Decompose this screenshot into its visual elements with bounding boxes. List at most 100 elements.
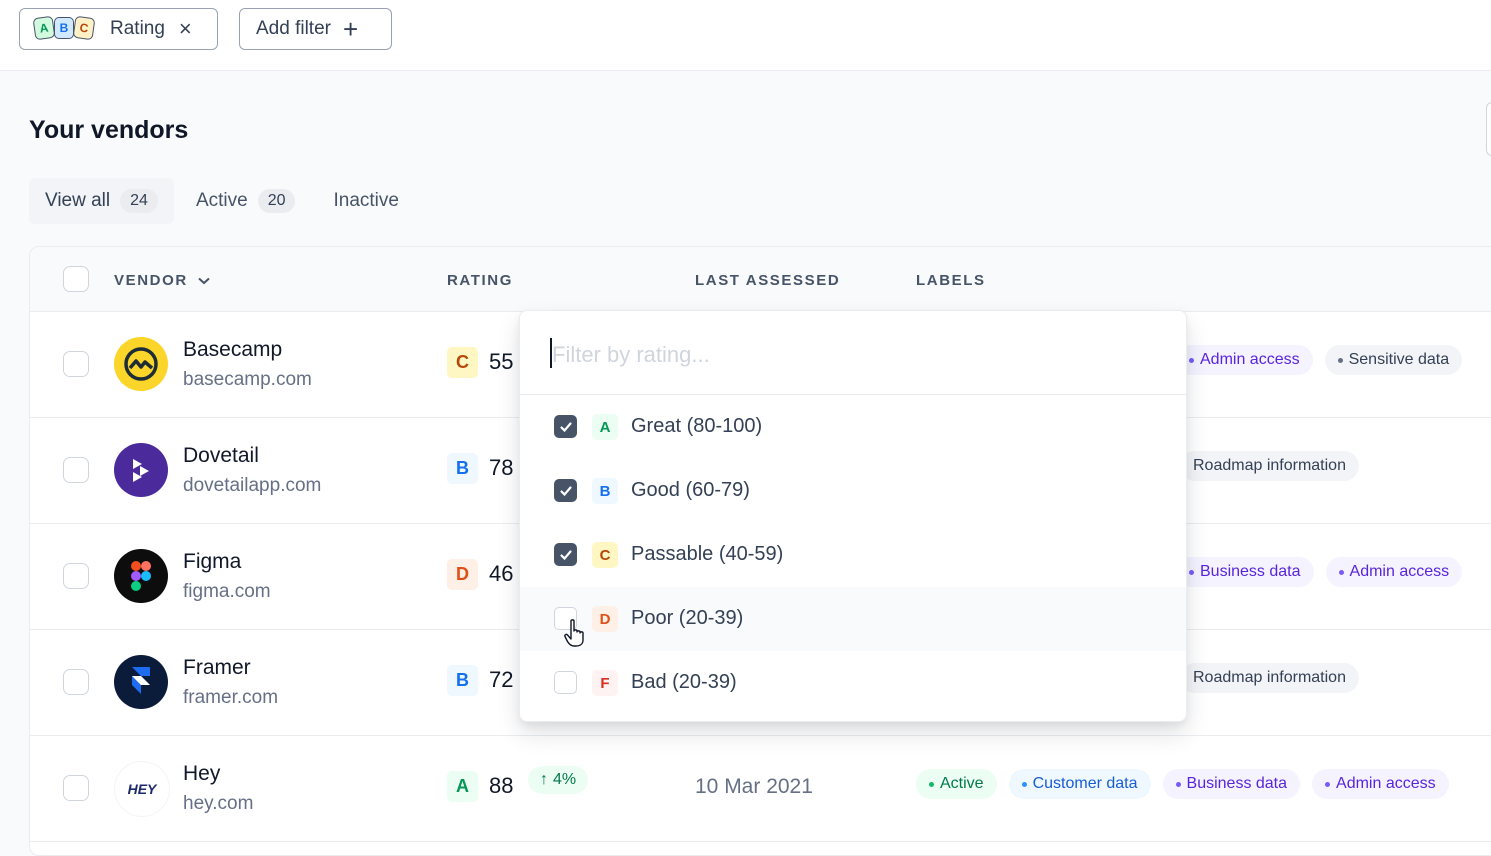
vendor-name[interactable]: Hey [183,762,220,786]
row-checkbox[interactable] [63,669,89,695]
label-pill: Customer data [1008,769,1151,799]
label-pill: Admin access [1176,345,1313,375]
label-pill: Business data [1176,557,1314,587]
grade-badge: F [592,670,618,696]
select-all-checkbox[interactable] [63,266,89,292]
labels-list: Roadmap information [1180,451,1371,481]
option-label: Passable (40-59) [631,543,784,565]
tab-label: Inactive [333,190,399,211]
basecamp-logo-icon [114,337,168,391]
header-action-button[interactable] [1486,102,1491,156]
tab-count-badge: 24 [120,189,158,213]
vendor-name[interactable]: Basecamp [183,338,282,362]
option-label: Great (80-100) [631,415,763,437]
grade-badge: A [592,414,618,440]
dovetail-logo-icon [114,443,168,497]
labels-list: Admin access Sensitive data [1176,345,1474,375]
grade-c-tile: C [72,15,96,41]
rating-score: 46 [489,561,514,586]
arrow-up-icon: ↑ [540,771,548,788]
add-filter-button[interactable]: Add filter + [239,8,392,50]
tab-inactive[interactable]: Inactive [317,178,414,224]
vendor-domain: hey.com [183,793,254,814]
rating-option-great[interactable]: A Great (80-100) [520,395,1186,459]
vendor-tabs: View all 24 Active 20 Inactive [29,178,421,224]
vendor-domain: figma.com [183,581,271,602]
label-pill: Admin access [1325,557,1463,587]
grade-b-tile: B [54,17,74,39]
figma-logo-icon [114,549,168,603]
label-pill: Roadmap information [1180,451,1359,481]
vendor-domain: dovetailapp.com [183,475,322,496]
tab-label: View all [45,190,111,211]
rating-score: 88 [489,773,514,798]
option-checkbox[interactable] [554,671,577,694]
framer-logo-icon [114,655,168,709]
grade-badge: D [592,606,618,632]
row-checkbox[interactable] [63,563,89,589]
check-icon [559,485,572,496]
rating-score: 55 [489,349,514,374]
vendor-name[interactable]: Figma [183,550,241,574]
vendor-domain: framer.com [183,687,279,708]
page-title: Your vendors [29,116,189,144]
rating-option-bad[interactable]: F Bad (20-39) [520,651,1186,715]
check-icon [559,549,572,560]
filter-bar: A B C Rating × Add filter + [0,0,1491,71]
vendor-name[interactable]: Dovetail [183,444,259,468]
tab-view-all[interactable]: View all 24 [29,178,174,224]
table-header: VENDOR RATING LAST ASSESSED LABELS [30,247,1491,312]
rating-filter-dropdown: A Great (80-100) B Good (60-79) C Passab… [519,310,1187,722]
option-checkbox[interactable] [554,543,577,566]
table-row[interactable]: HEY Hey hey.com A 88 ↑ 4% 10 Mar 2021 Ac… [30,735,1491,842]
grade-badge: C [592,542,618,568]
column-header-last-assessed[interactable]: LAST ASSESSED [695,272,840,289]
tab-count-badge: 20 [257,189,296,213]
hand-pointer-icon [564,619,584,647]
grade-badge: C [447,347,478,378]
option-checkbox[interactable] [554,415,577,438]
plus-icon: + [342,14,359,44]
label-pill: Sensitive data [1324,345,1463,375]
grade-badge: D [447,559,478,590]
rating-search-input[interactable] [550,339,1114,371]
trend-badge: ↑ 4% [528,766,589,794]
rating-option-poor[interactable]: D Poor (20-39) [520,587,1186,651]
labels-list: Roadmap information [1180,663,1371,693]
add-filter-label: Add filter [256,18,331,39]
tab-active[interactable]: Active 20 [180,178,312,224]
trend-value: 4% [553,771,577,788]
check-icon [559,421,572,432]
rating-filter-chip[interactable]: A B C Rating × [19,8,218,50]
tab-label: Active [195,190,248,211]
grade-badge: B [592,478,618,504]
grade-badge: A [447,771,478,802]
row-checkbox[interactable] [63,351,89,377]
vendor-domain: basecamp.com [183,369,312,390]
chevron-down-icon [197,277,210,285]
vendor-name[interactable]: Framer [183,656,251,680]
close-icon[interactable]: × [179,16,192,42]
option-checkbox[interactable] [554,479,577,502]
rating-score: 72 [489,667,514,692]
option-label: Bad (20-39) [631,671,737,693]
label-pill: Active [916,769,997,799]
rating-filter-label: Rating [110,18,165,39]
column-header-vendor[interactable]: VENDOR [114,272,210,289]
label-pill: Roadmap information [1180,663,1359,693]
label-pill: Business data [1162,769,1301,799]
row-checkbox[interactable] [63,775,89,801]
option-label: Poor (20-39) [631,607,744,629]
labels-list: Active Customer data Business data Admin… [916,769,1461,799]
grade-a-tile: A [32,15,56,41]
last-assessed-date: 10 Mar 2021 [695,775,813,798]
grade-badge: B [447,665,478,696]
column-header-labels[interactable]: LABELS [916,272,986,289]
rating-option-good[interactable]: B Good (60-79) [520,459,1186,523]
dropdown-search [520,311,1186,395]
rating-option-passable[interactable]: C Passable (40-59) [520,523,1186,587]
column-header-rating[interactable]: RATING [447,272,513,289]
row-checkbox[interactable] [63,457,89,483]
labels-list: Business data Admin access [1176,557,1474,587]
rating-grades-icon: A B C [32,15,98,43]
